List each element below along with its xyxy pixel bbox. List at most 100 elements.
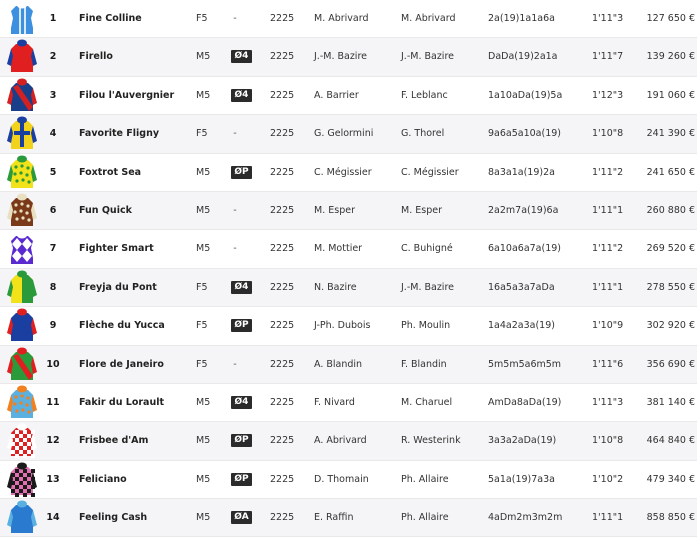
shoe-badge: ØP: [231, 434, 252, 448]
runner-number: 8: [49, 281, 57, 293]
driver-name[interactable]: M. Esper: [314, 192, 355, 230]
trainer-name[interactable]: R. Westerink: [401, 422, 461, 460]
runner-row[interactable]: 11 Fakir du Lorault M5 Ø4 2225 F. Nivard…: [0, 384, 697, 423]
horse-name[interactable]: Firello: [79, 38, 113, 76]
sex-age: M5: [196, 473, 211, 485]
shoeing-cell: Ø4: [231, 384, 252, 422]
trainer-name[interactable]: J.-M. Bazire: [401, 38, 454, 76]
runner-row[interactable]: 13 Feliciano M5 ØP 2225 D. Thomain Ph. A…: [0, 461, 697, 500]
earnings: 356 690 €: [646, 358, 695, 370]
jockey-silk-icon: [7, 0, 37, 38]
distance: 2225: [270, 51, 295, 63]
horse-name[interactable]: Feeling Cash: [79, 499, 147, 537]
runner-number: 4: [49, 128, 57, 140]
horse-name[interactable]: Freyja du Pont: [79, 269, 157, 307]
shoeing-cell: -: [231, 192, 251, 230]
record-time: 1'10"2: [592, 473, 624, 485]
jockey-silk-icon: [7, 38, 37, 76]
horse-name[interactable]: Fakir du Lorault: [79, 384, 164, 422]
driver-name[interactable]: F. Nivard: [314, 384, 355, 422]
horse-name[interactable]: Feliciano: [79, 461, 127, 499]
runner-number: 7: [49, 243, 57, 255]
horse-name[interactable]: Filou l'Auvergnier: [79, 77, 174, 115]
sex-age: M5: [196, 512, 211, 524]
trainer-name[interactable]: Ph. Allaire: [401, 461, 449, 499]
recent-form: 5a1a(19)7a3a: [488, 473, 555, 485]
driver-name[interactable]: M. Mottier: [314, 230, 362, 268]
driver-name[interactable]: A. Barrier: [314, 77, 359, 115]
runner-row[interactable]: 5 Foxtrot Sea M5 ØP 2225 C. Mégissier C.…: [0, 154, 697, 192]
trainer-name[interactable]: F. Leblanc: [401, 77, 448, 115]
driver-name[interactable]: A. Abrivard: [314, 422, 367, 460]
driver-name[interactable]: A. Blandin: [314, 346, 362, 384]
shoeing-cell: -: [231, 346, 251, 384]
trainer-name[interactable]: G. Thorel: [401, 115, 444, 153]
trainer-name[interactable]: M. Charuel: [401, 384, 452, 422]
runner-row[interactable]: 12 Frisbee d'Am M5 ØP 2225 A. Abrivard R…: [0, 422, 697, 461]
trainer-name[interactable]: F. Blandin: [401, 346, 447, 384]
trainer-name[interactable]: M. Esper: [401, 192, 442, 230]
driver-name[interactable]: G. Gelormini: [314, 115, 373, 153]
runner-row[interactable]: 1 Fine Colline F5 - 2225 M. Abrivard M. …: [0, 0, 697, 39]
horse-name[interactable]: Frisbee d'Am: [79, 422, 148, 460]
trainer-name[interactable]: C. Mégissier: [401, 154, 459, 192]
record-time: 1'11"6: [592, 358, 624, 370]
shoe-badge: ØA: [231, 511, 252, 525]
sex-age: M5: [196, 89, 211, 101]
trainer-name[interactable]: M. Abrivard: [401, 0, 456, 38]
runner-row[interactable]: 3 Filou l'Auvergnier M5 Ø4 2225 A. Barri…: [0, 77, 697, 116]
trainer-name[interactable]: C. Buhigné: [401, 230, 453, 268]
runner-row[interactable]: 2 Firello M5 Ø4 2225 J.-M. Bazire J.-M. …: [0, 38, 697, 77]
driver-name[interactable]: J-Ph. Dubois: [314, 307, 370, 345]
runner-row[interactable]: 4 Favorite Fligny F5 - 2225 G. Gelormini…: [0, 115, 697, 154]
shoe-none: -: [233, 204, 237, 216]
horse-name[interactable]: Flore de Janeiro: [79, 346, 164, 384]
runner-row[interactable]: 8 Freyja du Pont F5 Ø4 2225 N. Bazire J.…: [0, 268, 697, 308]
runner-row[interactable]: 7 Fighter Smart M5 - 2225 M. Mottier C. …: [0, 230, 697, 269]
runner-row[interactable]: 6 Fun Quick M5 - 2225 M. Esper M. Esper …: [0, 191, 697, 231]
trainer-name[interactable]: J.-M. Bazire: [401, 269, 454, 307]
shoeing-cell: -: [231, 0, 251, 38]
horse-name[interactable]: Favorite Fligny: [79, 115, 159, 153]
shoe-badge: ØP: [231, 165, 252, 179]
jockey-silk-icon: [7, 230, 37, 268]
shoeing-cell: ØP: [231, 461, 252, 499]
runner-number: 9: [49, 320, 57, 332]
horse-name[interactable]: Fine Colline: [79, 0, 142, 38]
trainer-name[interactable]: Ph. Moulin: [401, 307, 450, 345]
driver-name[interactable]: M. Abrivard: [314, 0, 369, 38]
driver-name[interactable]: C. Mégissier: [314, 154, 372, 192]
shoe-badge: Ø4: [231, 395, 252, 409]
earnings: 464 840 €: [646, 435, 695, 447]
distance: 2225: [270, 435, 295, 447]
runner-row[interactable]: 14 Feeling Cash M5 ØA 2225 E. Raffin Ph.…: [0, 499, 697, 538]
shoeing-cell: Ø4: [231, 269, 252, 307]
sex-age: F5: [196, 358, 208, 370]
horse-name[interactable]: Fun Quick: [79, 192, 132, 230]
record-time: 1'11"7: [592, 51, 624, 63]
horse-name[interactable]: Flèche du Yucca: [79, 307, 165, 345]
horse-name[interactable]: Fighter Smart: [79, 230, 154, 268]
earnings: 241 650 €: [646, 166, 695, 178]
shoeing-cell: ØP: [231, 307, 252, 345]
trainer-name[interactable]: Ph. Allaire: [401, 499, 449, 537]
shoeing-cell: ØP: [231, 422, 252, 460]
driver-name[interactable]: J.-M. Bazire: [314, 38, 367, 76]
recent-form: 5m5m5a6m5m: [488, 358, 562, 370]
driver-name[interactable]: N. Bazire: [314, 269, 357, 307]
recent-form: 1a10aDa(19)5a: [488, 89, 563, 101]
distance: 2225: [270, 243, 295, 255]
runner-number: 6: [49, 204, 57, 216]
record-time: 1'11"3: [592, 396, 624, 408]
recent-form: 9a6a5a10a(19): [488, 128, 562, 140]
driver-name[interactable]: E. Raffin: [314, 499, 353, 537]
earnings: 269 520 €: [646, 243, 695, 255]
driver-name[interactable]: D. Thomain: [314, 461, 369, 499]
distance: 2225: [270, 128, 295, 140]
runner-row[interactable]: 9 Flèche du Yucca F5 ØP 2225 J-Ph. Duboi…: [0, 307, 697, 346]
runner-number: 13: [46, 473, 60, 485]
horse-name[interactable]: Foxtrot Sea: [79, 154, 141, 192]
distance: 2225: [270, 13, 295, 24]
sex-age: F5: [196, 13, 208, 24]
runner-row[interactable]: 10 Flore de Janeiro F5 - 2225 A. Blandin…: [0, 345, 697, 384]
